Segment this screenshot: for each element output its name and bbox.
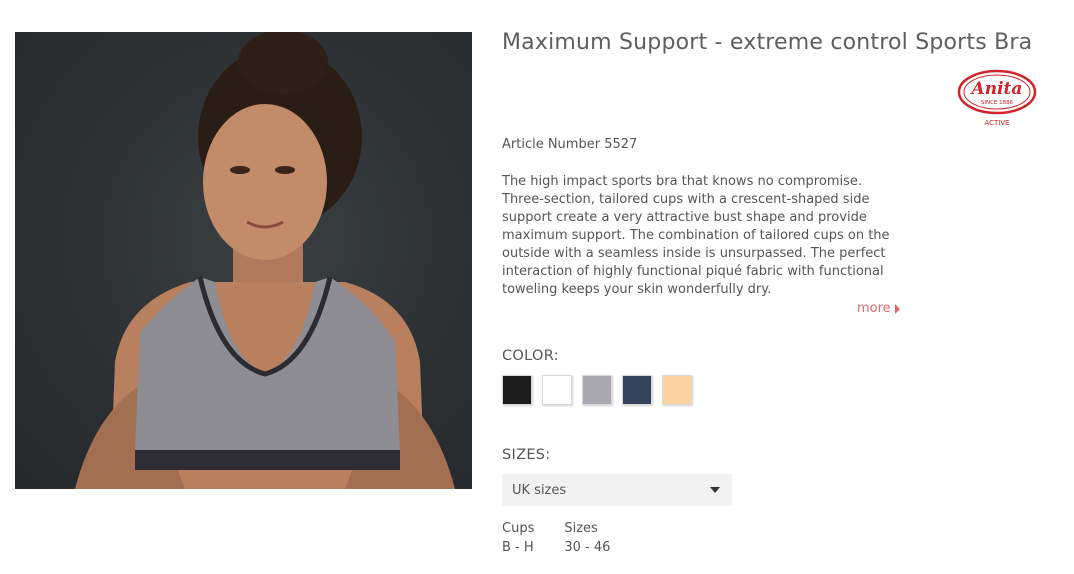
- color-swatch[interactable]: [622, 375, 652, 405]
- size-range-table: Cups B - H Sizes 30 - 46: [502, 519, 610, 557]
- sizes-value: 30 - 46: [564, 540, 611, 555]
- color-swatch[interactable]: [542, 375, 572, 405]
- color-swatch[interactable]: [582, 375, 612, 405]
- color-swatch[interactable]: [662, 375, 692, 405]
- cups-value: B - H: [502, 540, 534, 555]
- color-swatches: [502, 375, 692, 405]
- model-illustration: [75, 32, 455, 489]
- product-image[interactable]: [15, 32, 472, 489]
- svg-text:ACTIVE: ACTIVE: [984, 119, 1009, 127]
- more-label: more: [857, 301, 891, 316]
- more-link[interactable]: more: [857, 301, 900, 316]
- sizes-header: Sizes: [564, 521, 598, 536]
- anita-active-logo: Anita SINCE 1886 ACTIVE: [955, 68, 1039, 130]
- color-label: COLOR:: [502, 348, 559, 364]
- svg-text:Anita: Anita: [970, 79, 1023, 99]
- size-system-select[interactable]: UK sizes: [502, 474, 732, 506]
- sizes-column: Sizes 30 - 46: [564, 519, 610, 557]
- color-swatch[interactable]: [502, 375, 532, 405]
- product-description: The high impact sports bra that knows no…: [502, 174, 890, 297]
- triangle-right-icon: [894, 303, 900, 314]
- chevron-down-icon: [710, 487, 720, 493]
- cups-header: Cups: [502, 521, 535, 536]
- size-select-value: UK sizes: [512, 482, 567, 498]
- article-number: Article Number 5527: [502, 137, 638, 152]
- sizes-label: SIZES:: [502, 447, 551, 463]
- product-title: Maximum Support - extreme control Sports…: [502, 30, 1033, 55]
- svg-text:SINCE 1886: SINCE 1886: [981, 100, 1014, 106]
- cups-column: Cups B - H: [502, 519, 534, 557]
